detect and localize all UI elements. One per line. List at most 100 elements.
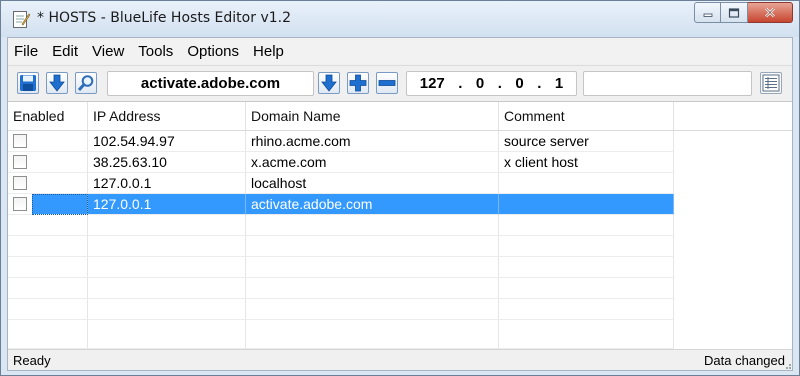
close-button[interactable] (748, 2, 793, 23)
empty-row (8, 236, 792, 257)
empty-cell (246, 215, 499, 236)
minus-icon (378, 80, 396, 86)
down-arrow-icon (321, 74, 337, 92)
window-title: * HOSTS - BlueLife Hosts Editor v1.2 (37, 10, 291, 26)
selection-cell (32, 194, 88, 215)
resize-grip-icon[interactable] (783, 361, 791, 369)
ip-octet-1: 127 (419, 75, 445, 92)
menu-edit[interactable]: Edit (45, 43, 85, 60)
empty-cell (246, 257, 499, 278)
table-row[interactable]: 127.0.0.1 localhost (8, 173, 792, 194)
empty-cell (8, 299, 88, 320)
ip-separator: . (458, 75, 463, 92)
column-header-comment[interactable]: Comment (499, 102, 674, 130)
ip-cell: 127.0.0.1 (88, 173, 246, 194)
ip-cell: 102.54.94.97 (88, 131, 246, 152)
comment-cell: source server (499, 131, 674, 152)
import-button[interactable] (46, 72, 68, 94)
empty-cell (8, 278, 88, 299)
comment-input[interactable] (583, 71, 752, 96)
list-view-button[interactable] (760, 72, 782, 94)
empty-row (8, 257, 792, 278)
add-entry-button[interactable] (347, 72, 369, 94)
maximize-button[interactable] (721, 2, 748, 23)
column-header-ip[interactable]: IP Address (88, 102, 246, 130)
domain-cell: x.acme.com (246, 152, 499, 173)
empty-cell (88, 299, 246, 320)
menu-tools[interactable]: Tools (131, 43, 180, 60)
empty-cell (246, 320, 499, 349)
empty-row (8, 215, 792, 236)
remove-entry-button[interactable] (376, 72, 398, 94)
ip-separator: . (537, 75, 542, 92)
app-window: * HOSTS - BlueLife Hosts Editor v1.2 Fil… (0, 0, 800, 376)
enabled-cell (8, 152, 88, 173)
minimize-button[interactable] (694, 2, 721, 23)
empty-cell (88, 257, 246, 278)
enabled-cell (8, 173, 88, 194)
notepad-icon (13, 11, 30, 28)
toolbar: activate.adobe.com 127 . 0 . 0 . 1 (8, 65, 792, 101)
empty-cell (246, 278, 499, 299)
plus-icon (349, 74, 367, 92)
menu-help[interactable]: Help (246, 43, 291, 60)
table-row-selected[interactable]: 127.0.0.1 activate.adobe.com (8, 194, 792, 215)
add-down-button[interactable] (318, 72, 340, 94)
status-bar: Ready Data changed (8, 349, 792, 370)
empty-cell (88, 320, 246, 349)
enabled-checkbox[interactable] (13, 155, 27, 169)
ip-octet-4: 1 (554, 75, 564, 92)
empty-cell (8, 320, 88, 349)
minimize-icon (703, 13, 712, 17)
save-icon (20, 75, 36, 91)
comment-cell (499, 194, 674, 215)
table-row[interactable]: 102.54.94.97 rhino.acme.com source serve… (8, 131, 792, 152)
enabled-cell (8, 131, 88, 152)
close-icon (765, 7, 775, 18)
table-row[interactable]: 38.25.63.10 x.acme.com x client host (8, 152, 792, 173)
comment-cell (499, 173, 674, 194)
ip-separator: . (497, 75, 502, 92)
empty-cell (499, 278, 674, 299)
empty-cell (8, 236, 88, 257)
empty-cell (88, 278, 246, 299)
empty-cell (499, 215, 674, 236)
empty-row (8, 320, 792, 349)
hosts-table: Enabled IP Address Domain Name Comment 1… (8, 101, 792, 349)
empty-cell (499, 257, 674, 278)
list-view-icon (762, 74, 780, 92)
status-data-changed: Data changed (704, 353, 785, 368)
download-arrow-icon (49, 74, 65, 92)
domain-cell: rhino.acme.com (246, 131, 499, 152)
empty-cell (246, 299, 499, 320)
search-button[interactable] (75, 72, 97, 94)
status-text: Ready (13, 353, 51, 368)
column-header-enabled[interactable]: Enabled (8, 102, 88, 130)
menu-view[interactable]: View (85, 43, 131, 60)
domain-input[interactable]: activate.adobe.com (107, 71, 314, 96)
client-area: File Edit View Tools Options Help activa… (7, 37, 793, 371)
empty-cell (88, 215, 246, 236)
ip-address-input[interactable]: 127 . 0 . 0 . 1 (406, 71, 577, 96)
save-button[interactable] (17, 72, 39, 94)
menu-file[interactable]: File (8, 43, 45, 60)
column-header-domain[interactable]: Domain Name (246, 102, 499, 130)
empty-cell (499, 320, 674, 349)
enabled-checkbox[interactable] (13, 176, 27, 190)
empty-row (8, 278, 792, 299)
ip-cell: 127.0.0.1 (88, 194, 246, 215)
menu-options[interactable]: Options (180, 43, 246, 60)
empty-cell (8, 215, 88, 236)
domain-cell: activate.adobe.com (246, 194, 499, 215)
ip-cell: 38.25.63.10 (88, 152, 246, 173)
empty-cell (246, 236, 499, 257)
table-header: Enabled IP Address Domain Name Comment (8, 102, 792, 131)
enabled-checkbox[interactable] (13, 197, 27, 211)
domain-cell: localhost (246, 173, 499, 194)
title-bar[interactable]: * HOSTS - BlueLife Hosts Editor v1.2 (1, 1, 799, 37)
empty-row (8, 299, 792, 320)
enabled-checkbox[interactable] (13, 134, 27, 148)
search-icon (77, 75, 94, 92)
empty-cell (8, 257, 88, 278)
window-controls (694, 2, 793, 23)
